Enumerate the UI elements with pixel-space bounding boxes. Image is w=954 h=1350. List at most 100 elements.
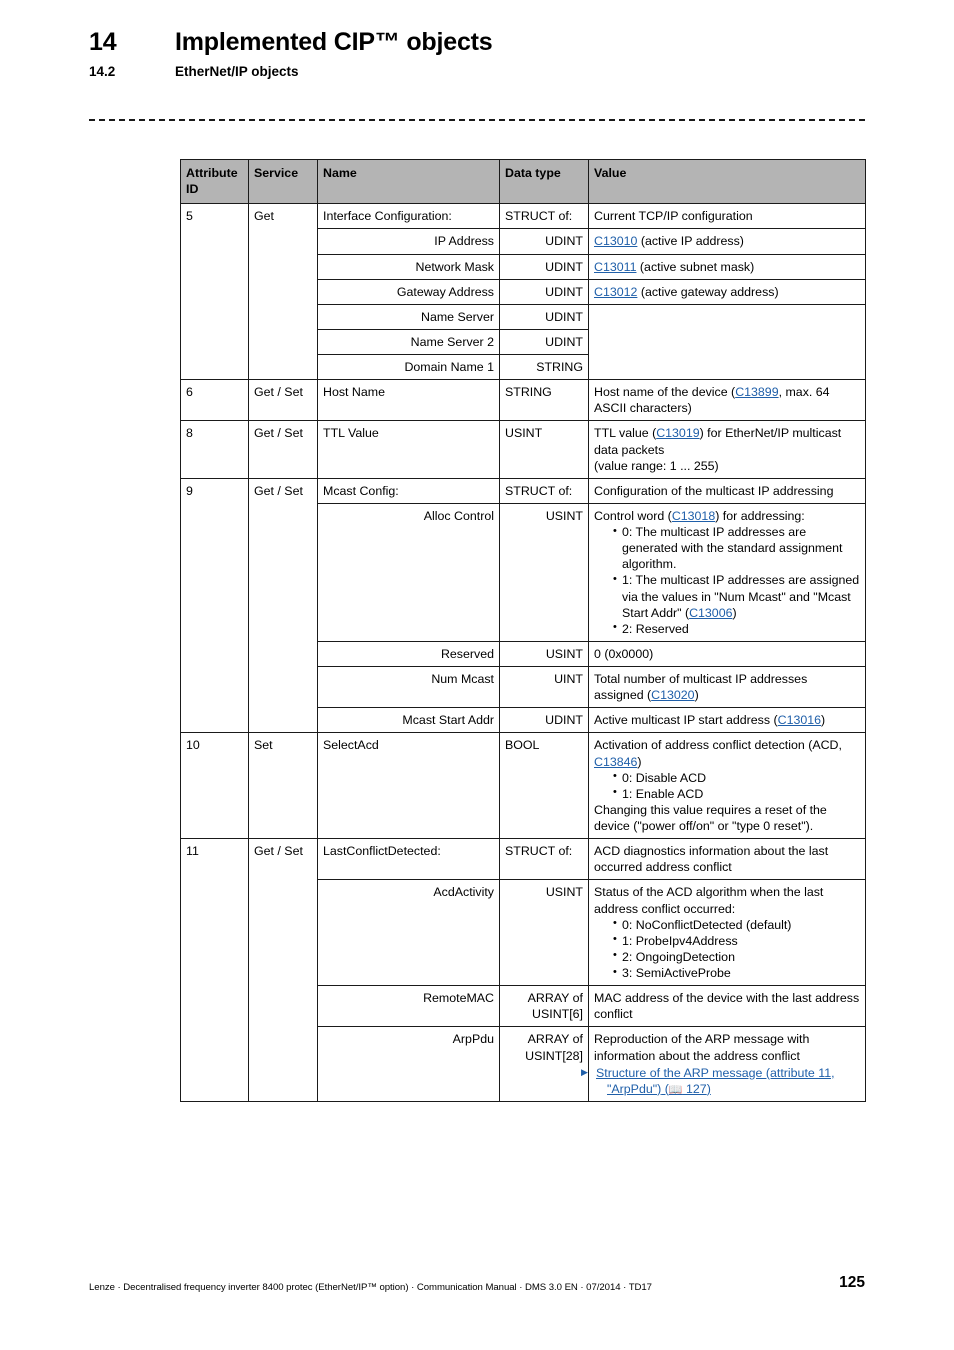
cell-value: Active multicast IP start address (C1301… bbox=[588, 707, 866, 734]
parameter-link[interactable]: C13019 bbox=[656, 426, 699, 440]
section-number: 14.2 bbox=[89, 64, 116, 79]
cell-data-type: UDINT bbox=[499, 707, 589, 734]
parameter-link[interactable]: C13011 bbox=[594, 260, 636, 274]
value-text: ) for addressing: bbox=[715, 508, 805, 523]
value-text: ) bbox=[694, 688, 699, 703]
chapter-number: 14 bbox=[89, 28, 117, 56]
cell-service: Get / Set bbox=[248, 420, 318, 479]
book-icon: 📖 bbox=[668, 1083, 683, 1096]
cell-data-type: STRING bbox=[499, 379, 589, 422]
document-page: 14 Implemented CIP™ objects 14.2 EtherNe… bbox=[0, 0, 954, 1350]
cell-service: Get / Set bbox=[248, 379, 318, 422]
cell-value: TTL value (C13019) for EtherNet/IP multi… bbox=[588, 420, 866, 479]
table-row: 11 Get / Set LastConflictDetected: STRUC… bbox=[180, 838, 866, 1103]
value-text: Active multicast IP start address ( bbox=[594, 713, 778, 728]
cell-attribute-id: 10 bbox=[180, 732, 249, 840]
value-text: (active gateway address) bbox=[637, 284, 779, 299]
cell-data-type: STRUCT of: bbox=[499, 203, 589, 230]
cross-reference-link[interactable]: Structure of the ARP message (attribute … bbox=[596, 1066, 835, 1096]
header-divider bbox=[89, 119, 865, 121]
cell-value-empty bbox=[588, 303, 866, 381]
value-bullet-list: 0: The multicast IP addresses are genera… bbox=[594, 523, 860, 637]
section-title: EtherNet/IP objects bbox=[175, 64, 299, 79]
cell-value: Control word (C13018) for addressing: 0:… bbox=[588, 502, 866, 642]
parameter-link[interactable]: C13012 bbox=[594, 285, 637, 299]
cell-value: Host name of the device (C13899, max. 64… bbox=[588, 379, 866, 422]
cell-data-type: STRUCT of: bbox=[499, 838, 589, 881]
parameter-link[interactable]: C13899 bbox=[735, 385, 778, 399]
cell-name: Interface Configuration: bbox=[317, 203, 500, 230]
value-text: Control word ( bbox=[594, 508, 672, 523]
parameter-link[interactable]: C13010 bbox=[594, 234, 637, 248]
list-item: 0: Disable ACD bbox=[613, 769, 860, 786]
parameter-link[interactable]: C13006 bbox=[689, 606, 732, 620]
footer-page-number: 125 bbox=[839, 1274, 865, 1291]
cell-attribute-id: 9 bbox=[180, 477, 249, 734]
cell-value: Status of the ACD algorithm when the las… bbox=[588, 879, 866, 987]
parameter-link[interactable]: C13018 bbox=[672, 509, 715, 523]
cell-attribute-id: 6 bbox=[180, 379, 249, 422]
cell-service: Get / Set bbox=[248, 838, 318, 1103]
cell-value: Activation of address conflict detection… bbox=[588, 732, 866, 840]
cell-value: ACD diagnostics information about the la… bbox=[588, 838, 866, 881]
cell-data-type: STRING bbox=[499, 353, 589, 381]
cell-name: Mcast Start Addr bbox=[317, 707, 500, 734]
cell-name: Num Mcast bbox=[317, 665, 500, 709]
cell-name: RemoteMAC bbox=[317, 985, 500, 1028]
value-text: ) bbox=[821, 713, 826, 728]
chapter-title: Implemented CIP™ objects bbox=[175, 28, 493, 56]
cell-value: MAC address of the device with the last … bbox=[588, 985, 866, 1028]
cell-name: Network Mask bbox=[317, 253, 500, 280]
cell-service: Set bbox=[248, 732, 318, 840]
list-item: 1: Enable ACD bbox=[613, 785, 860, 802]
list-item: 2: Reserved bbox=[613, 620, 860, 637]
table-row: 10 Set SelectAcd BOOL Activation of addr… bbox=[180, 732, 866, 840]
value-text: Total number of multicast IP addresses a… bbox=[594, 672, 808, 703]
cell-data-type: ARRAY of USINT[6] bbox=[499, 985, 589, 1028]
cell-value: C13012 (active gateway address) bbox=[588, 278, 866, 305]
column-header-value: Value bbox=[588, 158, 866, 205]
list-item-text: 1: The multicast IP addresses are assign… bbox=[622, 573, 860, 620]
cell-data-type: STRUCT of: bbox=[499, 477, 589, 504]
cell-data-type: UDINT bbox=[499, 278, 589, 305]
cross-reference-page: 127 bbox=[686, 1081, 707, 1096]
cell-data-type: UDINT bbox=[499, 253, 589, 280]
cip-attributes-table-wrapper: Attribute ID Service Name Data type Valu… bbox=[180, 158, 866, 1103]
cell-data-type: UDINT bbox=[499, 303, 589, 330]
list-item: 0: The multicast IP addresses are genera… bbox=[613, 523, 860, 572]
cell-name: Gateway Address bbox=[317, 278, 500, 305]
parameter-link[interactable]: C13016 bbox=[778, 713, 821, 727]
footer-text: Lenze · Decentralised frequency inverter… bbox=[89, 1282, 652, 1293]
cell-attribute-id: 8 bbox=[180, 420, 249, 479]
cell-data-type: UDINT bbox=[499, 328, 589, 356]
cell-name: Host Name bbox=[317, 379, 500, 422]
table-row: 6 Get / Set Host Name STRING Host name o… bbox=[180, 379, 866, 422]
cip-attributes-table: Attribute ID Service Name Data type Valu… bbox=[180, 158, 866, 1103]
cell-name: Mcast Config: bbox=[317, 477, 500, 504]
cell-name: TTL Value bbox=[317, 420, 500, 479]
cell-data-type: BOOL bbox=[499, 732, 589, 840]
cell-value: C13010 (active IP address) bbox=[588, 228, 866, 255]
cell-data-type: USINT bbox=[499, 420, 589, 479]
cell-name: SelectAcd bbox=[317, 732, 500, 840]
value-bullet-list: 0: NoConflictDetected (default) 1: Probe… bbox=[594, 916, 860, 982]
cell-name: Name Server 2 bbox=[317, 328, 500, 356]
cell-value: Current TCP/IP configuration bbox=[588, 203, 866, 230]
column-header-service: Service bbox=[248, 158, 318, 205]
cross-reference-text: Structure of the ARP message (attribute … bbox=[596, 1065, 835, 1096]
cell-name: LastConflictDetected: bbox=[317, 838, 500, 881]
cell-name: Name Server bbox=[317, 303, 500, 330]
parameter-link[interactable]: C13846 bbox=[594, 755, 637, 769]
parameter-link[interactable]: C13020 bbox=[651, 688, 694, 702]
column-header-data-type: Data type bbox=[499, 158, 589, 205]
cell-name: Alloc Control bbox=[317, 502, 500, 642]
column-header-attribute-id: Attribute ID bbox=[180, 158, 249, 205]
cell-service: Get / Set bbox=[248, 477, 318, 734]
cross-reference-block: ▶ Structure of the ARP message (attribute… bbox=[581, 1065, 835, 1096]
cell-service: Get bbox=[248, 203, 318, 381]
list-item: 2: OngoingDetection bbox=[613, 948, 860, 965]
cell-value: Total number of multicast IP addresses a… bbox=[588, 665, 866, 709]
cell-data-type: UINT bbox=[499, 665, 589, 709]
cell-value: Configuration of the multicast IP addres… bbox=[588, 477, 866, 504]
cell-data-type: USINT bbox=[499, 879, 589, 987]
